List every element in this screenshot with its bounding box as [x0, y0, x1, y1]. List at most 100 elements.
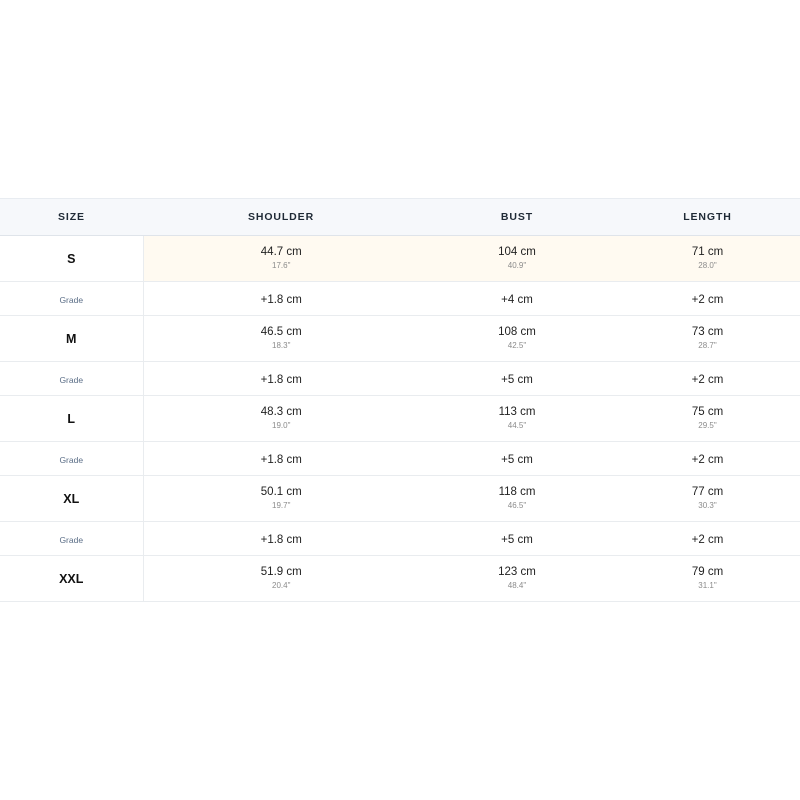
bust-cm: 108 cm [498, 326, 536, 338]
header-shoulder: SHOULDER [143, 198, 419, 236]
grade-length-value: +2 cm [691, 533, 724, 546]
size-name: L [67, 411, 76, 426]
shoulder-cell: 50.1 cm 19.7" [143, 475, 419, 522]
size-name: XXL [59, 571, 84, 586]
table-header: SIZE SHOULDER BUST LENGTH [0, 198, 800, 236]
length-inch: 29.5" [698, 421, 717, 430]
bust-inch: 40.9" [507, 261, 527, 270]
bust-cm: 123 cm [498, 566, 536, 578]
grade-bust: +5 cm [419, 361, 615, 396]
grade-bust-value: +5 cm [501, 373, 533, 386]
grade-bust-value: +5 cm [501, 453, 533, 466]
shoulder-cell: 46.5 cm 18.3" [143, 315, 419, 362]
header-size: SIZE [0, 198, 143, 236]
length-cell: 73 cm 28.7" [615, 315, 800, 362]
shoulder-cell: 44.7 cm 17.6" [143, 235, 419, 282]
shoulder-cm: 51.9 cm [260, 566, 302, 578]
shoulder-cm: 46.5 cm [260, 326, 302, 338]
bust-cell: 108 cm 42.5" [419, 315, 615, 362]
shoulder-cm: 44.7 cm [260, 246, 302, 258]
length-cm: 71 cm [691, 246, 724, 258]
grade-row-m-l: Grade +1.8 cm +5 cm +2 cm [0, 361, 800, 396]
bust-inch: 42.5" [507, 341, 527, 350]
length-inch: 28.0" [698, 261, 717, 270]
grade-shoulder-value: +1.8 cm [260, 373, 302, 386]
grade-shoulder: +1.8 cm [143, 361, 419, 396]
grade-length-value: +2 cm [691, 293, 724, 306]
grade-row-s-m: Grade +1.8 cm +4 cm +2 cm [0, 281, 800, 316]
size-row-s: S 44.7 cm 17.6" 104 cm 40.9" 71 cm 28.0" [0, 235, 800, 282]
table-body: S 44.7 cm 17.6" 104 cm 40.9" 71 cm 28.0" Gr… [0, 235, 800, 602]
bust-cell: 113 cm 44.5" [419, 395, 615, 442]
grade-length: +2 cm [615, 521, 800, 556]
length-inch: 28.7" [698, 341, 717, 350]
grade-length-value: +2 cm [691, 373, 724, 386]
shoulder-inch: 19.0" [272, 421, 291, 430]
bust-inch: 46.5" [507, 501, 527, 510]
grade-bust: +4 cm [419, 281, 615, 316]
shoulder-inch: 19.7" [272, 501, 291, 510]
grade-length: +2 cm [615, 361, 800, 396]
size-name: M [66, 331, 77, 346]
size-label-cell: S [0, 235, 144, 282]
grade-length-value: +2 cm [691, 453, 724, 466]
length-cell: 75 cm 29.5" [615, 395, 800, 442]
grade-shoulder: +1.8 cm [143, 281, 419, 316]
bust-cm: 113 cm [498, 406, 536, 418]
length-cm: 79 cm [691, 566, 724, 578]
grade-label-cell: Grade [0, 361, 144, 396]
grade-label: Grade [59, 374, 84, 385]
grade-row-l-xl: Grade +1.8 cm +5 cm +2 cm [0, 441, 800, 476]
length-cell: 77 cm 30.3" [615, 475, 800, 522]
size-name: S [67, 251, 76, 266]
grade-label-cell: Grade [0, 441, 144, 476]
grade-label-cell: Grade [0, 281, 144, 316]
shoulder-inch: 20.4" [272, 581, 291, 590]
shoulder-cell: 48.3 cm 19.0" [143, 395, 419, 442]
grade-shoulder-value: +1.8 cm [260, 533, 302, 546]
bust-cell: 123 cm 48.4" [419, 555, 615, 602]
grade-length: +2 cm [615, 281, 800, 316]
length-cm: 77 cm [691, 486, 724, 498]
grade-bust-value: +5 cm [501, 533, 533, 546]
length-cm: 73 cm [691, 326, 724, 338]
size-label-cell: M [0, 315, 144, 362]
bust-cm: 118 cm [498, 486, 536, 498]
grade-label: Grade [59, 294, 84, 305]
size-row-xl: XL 50.1 cm 19.7" 118 cm 46.5" 77 cm 30.3" [0, 475, 800, 522]
size-chart-table: SIZE SHOULDER BUST LENGTH S 44.7 cm 17.6"… [0, 198, 800, 602]
length-cell: 71 cm 28.0" [615, 235, 800, 282]
grade-length: +2 cm [615, 441, 800, 476]
length-inch: 31.1" [698, 581, 717, 590]
size-row-xxl: XXL 51.9 cm 20.4" 123 cm 48.4" 79 cm 31.1" [0, 555, 800, 602]
grade-bust-value: +4 cm [501, 293, 533, 306]
size-label-cell: L [0, 395, 144, 442]
size-row-m: M 46.5 cm 18.3" 108 cm 42.5" 73 cm 28.7" [0, 315, 800, 362]
shoulder-inch: 18.3" [272, 341, 291, 350]
grade-shoulder-value: +1.8 cm [260, 293, 302, 306]
size-label-cell: XL [0, 475, 144, 522]
header-bust: BUST [419, 198, 615, 236]
bust-cell: 104 cm 40.9" [419, 235, 615, 282]
grade-label-cell: Grade [0, 521, 144, 556]
header-length: LENGTH [615, 198, 800, 236]
size-name: XL [63, 491, 80, 506]
bust-cm: 104 cm [498, 246, 536, 258]
length-cm: 75 cm [691, 406, 724, 418]
shoulder-cm: 48.3 cm [260, 406, 302, 418]
grade-bust: +5 cm [419, 521, 615, 556]
grade-shoulder-value: +1.8 cm [260, 453, 302, 466]
grade-label: Grade [59, 454, 84, 465]
size-label-cell: XXL [0, 555, 144, 602]
grade-shoulder: +1.8 cm [143, 441, 419, 476]
length-cell: 79 cm 31.1" [615, 555, 800, 602]
grade-shoulder: +1.8 cm [143, 521, 419, 556]
size-row-l: L 48.3 cm 19.0" 113 cm 44.5" 75 cm 29.5" [0, 395, 800, 442]
shoulder-cm: 50.1 cm [260, 486, 302, 498]
bust-inch: 48.4" [507, 581, 527, 590]
shoulder-inch: 17.6" [272, 261, 291, 270]
shoulder-cell: 51.9 cm 20.4" [143, 555, 419, 602]
grade-bust: +5 cm [419, 441, 615, 476]
grade-row-xl-xxl: Grade +1.8 cm +5 cm +2 cm [0, 521, 800, 556]
bust-inch: 44.5" [507, 421, 527, 430]
